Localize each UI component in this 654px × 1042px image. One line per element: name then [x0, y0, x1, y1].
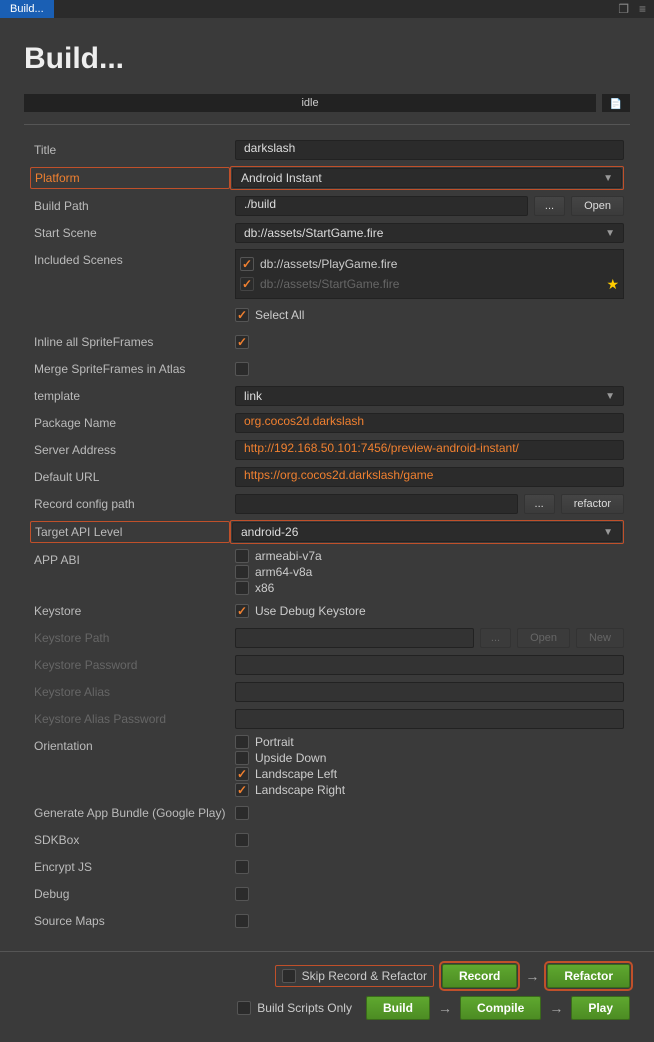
- label-debug: Debug: [30, 887, 235, 901]
- abi-x86-checkbox[interactable]: [235, 581, 249, 595]
- abi-armeabi-v7a-checkbox[interactable]: [235, 549, 249, 563]
- popout-icon[interactable]: ❐: [618, 2, 629, 16]
- label-orientation: Orientation: [30, 735, 235, 753]
- build-path-browse-button[interactable]: ...: [534, 196, 565, 216]
- start-scene-select[interactable]: db://assets/StartGame.fire ▼: [235, 223, 624, 243]
- chevron-down-icon: ▼: [605, 228, 615, 239]
- orientation-upside-down-checkbox[interactable]: [235, 751, 249, 765]
- build-path-input[interactable]: ./build: [235, 196, 528, 216]
- label-keystore-password: Keystore Password: [30, 658, 235, 672]
- server-address-input[interactable]: http://192.168.50.101:7456/preview-andro…: [235, 440, 624, 460]
- record-config-browse-button[interactable]: ...: [524, 494, 555, 514]
- keystore-password-input: [235, 655, 624, 675]
- label-merge-spriteframes: Merge SpriteFrames in Atlas: [30, 362, 235, 376]
- scene-path: db://assets/StartGame.fire: [260, 277, 399, 291]
- refactor-action-button[interactable]: Refactor: [547, 964, 630, 988]
- platform-select[interactable]: Android Instant ▼: [232, 168, 622, 188]
- label-server-address: Server Address: [30, 443, 235, 457]
- record-button[interactable]: Record: [442, 964, 517, 988]
- label-title: Title: [30, 143, 235, 157]
- play-button[interactable]: Play: [571, 996, 630, 1020]
- footer: Skip Record & Refactor Record → Refactor…: [0, 951, 654, 1040]
- skip-record-refactor-label: Skip Record & Refactor: [302, 969, 427, 983]
- use-debug-keystore-label: Use Debug Keystore: [255, 604, 366, 618]
- scene-row[interactable]: db://assets/StartGame.fire ★: [240, 274, 619, 294]
- label-record-config-path: Record config path: [30, 497, 235, 511]
- label-template: template: [30, 389, 235, 403]
- debug-checkbox[interactable]: [235, 887, 249, 901]
- page-title: Build...: [24, 42, 630, 76]
- title-input[interactable]: darkslash: [235, 140, 624, 160]
- status-log-icon[interactable]: [602, 94, 630, 112]
- label-default-url: Default URL: [30, 470, 235, 484]
- menu-icon[interactable]: ≡: [639, 2, 646, 16]
- label-app-abi: APP ABI: [30, 549, 235, 567]
- keystore-path-browse-button: ...: [480, 628, 511, 648]
- included-scenes-box: db://assets/PlayGame.fire db://assets/St…: [235, 249, 624, 299]
- use-debug-keystore-checkbox[interactable]: [235, 604, 249, 618]
- abi-arm64-v8a-checkbox[interactable]: [235, 565, 249, 579]
- scene-row[interactable]: db://assets/PlayGame.fire: [240, 254, 619, 274]
- keystore-path-input: [235, 628, 474, 648]
- package-name-input[interactable]: org.cocos2d.darkslash: [235, 413, 624, 433]
- label-sdkbox: SDKBox: [30, 833, 235, 847]
- record-config-path-input[interactable]: [235, 494, 518, 514]
- build-button[interactable]: Build: [366, 996, 430, 1020]
- star-icon: ★: [606, 276, 619, 293]
- generate-app-bundle-checkbox[interactable]: [235, 806, 249, 820]
- label-keystore: Keystore: [30, 604, 235, 618]
- source-maps-checkbox[interactable]: [235, 914, 249, 928]
- label-source-maps: Source Maps: [30, 914, 235, 928]
- label-encrypt-js: Encrypt JS: [30, 860, 235, 874]
- skip-record-refactor-group[interactable]: Skip Record & Refactor: [275, 965, 434, 987]
- arrow-icon: →: [438, 1000, 452, 1016]
- encrypt-js-checkbox[interactable]: [235, 860, 249, 874]
- scene-checkbox[interactable]: [240, 277, 254, 291]
- scene-checkbox[interactable]: [240, 257, 254, 271]
- compile-button[interactable]: Compile: [460, 996, 541, 1020]
- template-select[interactable]: link ▼: [235, 386, 624, 406]
- status-text: idle: [24, 94, 596, 112]
- label-package-name: Package Name: [30, 416, 235, 430]
- keystore-alias-input: [235, 682, 624, 702]
- skip-record-refactor-checkbox[interactable]: [282, 969, 296, 983]
- chevron-down-icon: ▼: [603, 527, 613, 538]
- label-generate-app-bundle: Generate App Bundle (Google Play): [30, 806, 235, 820]
- arrow-icon: →: [525, 968, 539, 984]
- default-url-input[interactable]: https://org.cocos2d.darkslash/game: [235, 467, 624, 487]
- sdkbox-checkbox[interactable]: [235, 833, 249, 847]
- build-scripts-only-group[interactable]: Build Scripts Only: [231, 998, 358, 1018]
- label-inline-spriteframes: Inline all SpriteFrames: [30, 335, 235, 349]
- chevron-down-icon: ▼: [605, 391, 615, 402]
- build-scripts-only-label: Build Scripts Only: [257, 1001, 352, 1015]
- keystore-alias-password-input: [235, 709, 624, 729]
- label-platform: Platform: [30, 167, 230, 189]
- divider: [24, 124, 630, 125]
- label-keystore-path: Keystore Path: [30, 631, 235, 645]
- orientation-landscape-left-checkbox[interactable]: [235, 767, 249, 781]
- select-all-checkbox[interactable]: [235, 308, 249, 322]
- inline-spriteframes-checkbox[interactable]: [235, 335, 249, 349]
- keystore-path-new-button: New: [576, 628, 624, 648]
- build-path-open-button[interactable]: Open: [571, 196, 624, 216]
- label-target-api-level: Target API Level: [30, 521, 230, 543]
- label-start-scene: Start Scene: [30, 226, 235, 240]
- keystore-path-open-button: Open: [517, 628, 570, 648]
- scene-path: db://assets/PlayGame.fire: [260, 257, 397, 271]
- label-keystore-alias: Keystore Alias: [30, 685, 235, 699]
- arrow-icon: →: [549, 1000, 563, 1016]
- label-build-path: Build Path: [30, 199, 235, 213]
- orientation-portrait-checkbox[interactable]: [235, 735, 249, 749]
- target-api-level-select[interactable]: android-26 ▼: [232, 522, 622, 542]
- label-keystore-alias-password: Keystore Alias Password: [30, 712, 235, 726]
- label-included-scenes: Included Scenes: [30, 249, 235, 267]
- titlebar-tab[interactable]: Build...: [0, 0, 54, 18]
- refactor-button[interactable]: refactor: [561, 494, 624, 514]
- orientation-landscape-right-checkbox[interactable]: [235, 783, 249, 797]
- select-all-label: Select All: [255, 308, 304, 322]
- chevron-down-icon: ▼: [603, 173, 613, 184]
- merge-spriteframes-checkbox[interactable]: [235, 362, 249, 376]
- build-scripts-only-checkbox[interactable]: [237, 1001, 251, 1015]
- titlebar: Build... ❐ ≡: [0, 0, 654, 18]
